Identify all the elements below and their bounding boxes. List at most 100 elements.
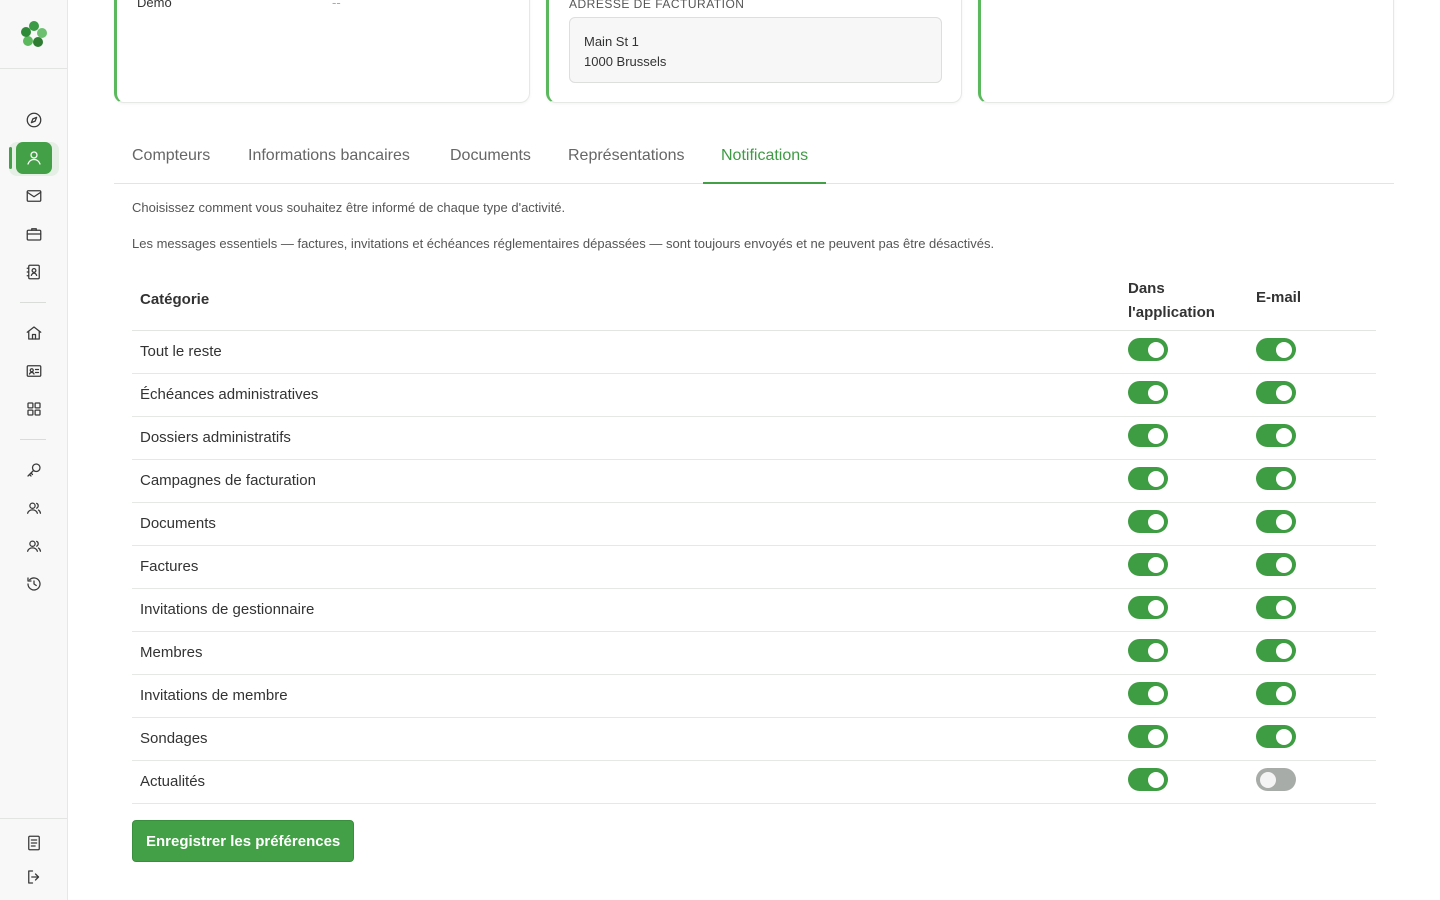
key-icon <box>27 463 41 477</box>
table-row: Sondages <box>132 718 1376 761</box>
notifications-essential-note: Les messages essentiels — factures, invi… <box>132 236 995 251</box>
in-app-toggle[interactable] <box>1128 725 1168 748</box>
email-toggle[interactable] <box>1256 467 1296 490</box>
email-toggle[interactable] <box>1256 510 1296 533</box>
in-app-toggle[interactable] <box>1128 768 1168 791</box>
users-icon <box>26 502 42 514</box>
tab-bar: Compteurs Informations bancaires Documen… <box>114 136 1394 184</box>
table-row: Factures <box>132 546 1376 589</box>
in-app-toggle[interactable] <box>1128 553 1168 576</box>
category-label: Tout le reste <box>140 343 222 360</box>
user-icon <box>27 151 41 165</box>
billing-address-line2: 1000 Brussels <box>584 54 667 69</box>
grid-icon <box>27 402 41 416</box>
table-row: Dossiers administratifs <box>132 417 1376 460</box>
nav-team[interactable] <box>16 530 52 562</box>
nav-document[interactable] <box>16 827 52 859</box>
nav-id-card[interactable] <box>16 355 52 387</box>
nav-history[interactable] <box>16 568 52 600</box>
email-toggle[interactable] <box>1256 682 1296 705</box>
category-label: Documents <box>140 515 216 532</box>
nav-user[interactable] <box>16 142 52 174</box>
sidebar-divider <box>20 302 46 303</box>
billing-address-card: Adresse de facturation Main St 1 1000 Br… <box>546 0 962 103</box>
history-icon <box>27 577 41 591</box>
billing-address-line1: Main St 1 <box>584 34 639 49</box>
table-header: Catégorie Dans l'application E-mail <box>132 270 1376 331</box>
email-toggle[interactable] <box>1256 596 1296 619</box>
card-value: -- <box>332 0 341 10</box>
notifications-intro: Choisissez comment vous souhaitez être i… <box>132 200 566 215</box>
category-label: Sondages <box>140 730 208 747</box>
nav-home[interactable] <box>16 317 52 349</box>
in-app-toggle[interactable] <box>1128 424 1168 447</box>
document-icon <box>28 835 40 851</box>
contact-book-icon <box>26 264 40 280</box>
notification-preferences-table: Catégorie Dans l'application E-mail Tout… <box>132 270 1376 804</box>
clover-logo-icon[interactable] <box>18 18 50 50</box>
save-preferences-button[interactable]: Enregistrer les préférences <box>132 820 355 862</box>
sidebar <box>0 0 68 900</box>
tab-notifications[interactable]: Notifications <box>703 136 827 184</box>
category-label: Campagnes de facturation <box>140 472 316 489</box>
email-toggle[interactable] <box>1256 725 1296 748</box>
sidebar-divider <box>20 439 46 440</box>
category-label: Dossiers administratifs <box>140 429 291 446</box>
in-app-toggle[interactable] <box>1128 467 1168 490</box>
tab-informations-bancaires[interactable]: Informations bancaires <box>230 136 428 184</box>
in-app-toggle[interactable] <box>1128 596 1168 619</box>
tab-representations[interactable]: Représentations <box>550 136 703 184</box>
tab-documents[interactable]: Documents <box>432 136 549 184</box>
table-row: Invitations de membre <box>132 675 1376 718</box>
table-row: Membres <box>132 632 1376 675</box>
compass-icon <box>26 112 42 128</box>
header-category: Catégorie <box>140 291 210 308</box>
card-label: Demo <box>137 0 172 10</box>
category-label: Membres <box>140 644 203 661</box>
tab-compteurs[interactable]: Compteurs <box>114 136 228 184</box>
table-row: Campagnes de facturation <box>132 460 1376 503</box>
category-label: Invitations de gestionnaire <box>140 601 315 618</box>
nav-grid[interactable] <box>16 393 52 425</box>
info-card-empty <box>978 0 1394 103</box>
nav-users[interactable] <box>16 492 52 524</box>
nav-briefcase[interactable] <box>16 218 52 250</box>
nav-key[interactable] <box>16 454 52 486</box>
nav-logout[interactable] <box>16 861 52 893</box>
email-toggle[interactable] <box>1256 553 1296 576</box>
category-label: Invitations de membre <box>140 687 288 704</box>
team-icon <box>26 540 42 552</box>
home-icon <box>26 326 42 340</box>
nav-active-marker <box>9 147 12 169</box>
table-row: Tout le reste <box>132 331 1376 374</box>
in-app-toggle[interactable] <box>1128 639 1168 662</box>
table-row: Invitations de gestionnaire <box>132 589 1376 632</box>
email-toggle[interactable] <box>1256 424 1296 447</box>
nav-mail[interactable] <box>16 180 52 212</box>
email-toggle[interactable] <box>1256 381 1296 404</box>
category-label: Échéances administratives <box>140 386 319 403</box>
in-app-toggle[interactable] <box>1128 381 1168 404</box>
info-card: Demo -- <box>114 0 530 103</box>
in-app-toggle[interactable] <box>1128 510 1168 533</box>
billing-address-box: Main St 1 1000 Brussels <box>569 17 942 83</box>
table-row: Documents <box>132 503 1376 546</box>
in-app-toggle[interactable] <box>1128 338 1168 361</box>
sidebar-divider <box>0 68 67 69</box>
in-app-toggle[interactable] <box>1128 682 1168 705</box>
billing-address-title: Adresse de facturation <box>569 0 745 11</box>
mail-icon <box>26 190 42 202</box>
nav-compass[interactable] <box>16 104 52 136</box>
email-toggle[interactable] <box>1256 768 1296 791</box>
email-toggle[interactable] <box>1256 639 1296 662</box>
email-toggle[interactable] <box>1256 338 1296 361</box>
category-label: Factures <box>140 558 199 575</box>
header-in-app: Dans l'application <box>1128 280 1215 321</box>
logout-icon <box>28 870 40 884</box>
briefcase-icon <box>26 228 42 241</box>
table-body: Tout le reste Échéances administratives Do… <box>132 331 1376 804</box>
id-card-icon <box>26 365 42 377</box>
nav-contacts[interactable] <box>16 256 52 288</box>
table-row: Échéances administratives <box>132 374 1376 417</box>
table-row: Actualités <box>132 761 1376 804</box>
